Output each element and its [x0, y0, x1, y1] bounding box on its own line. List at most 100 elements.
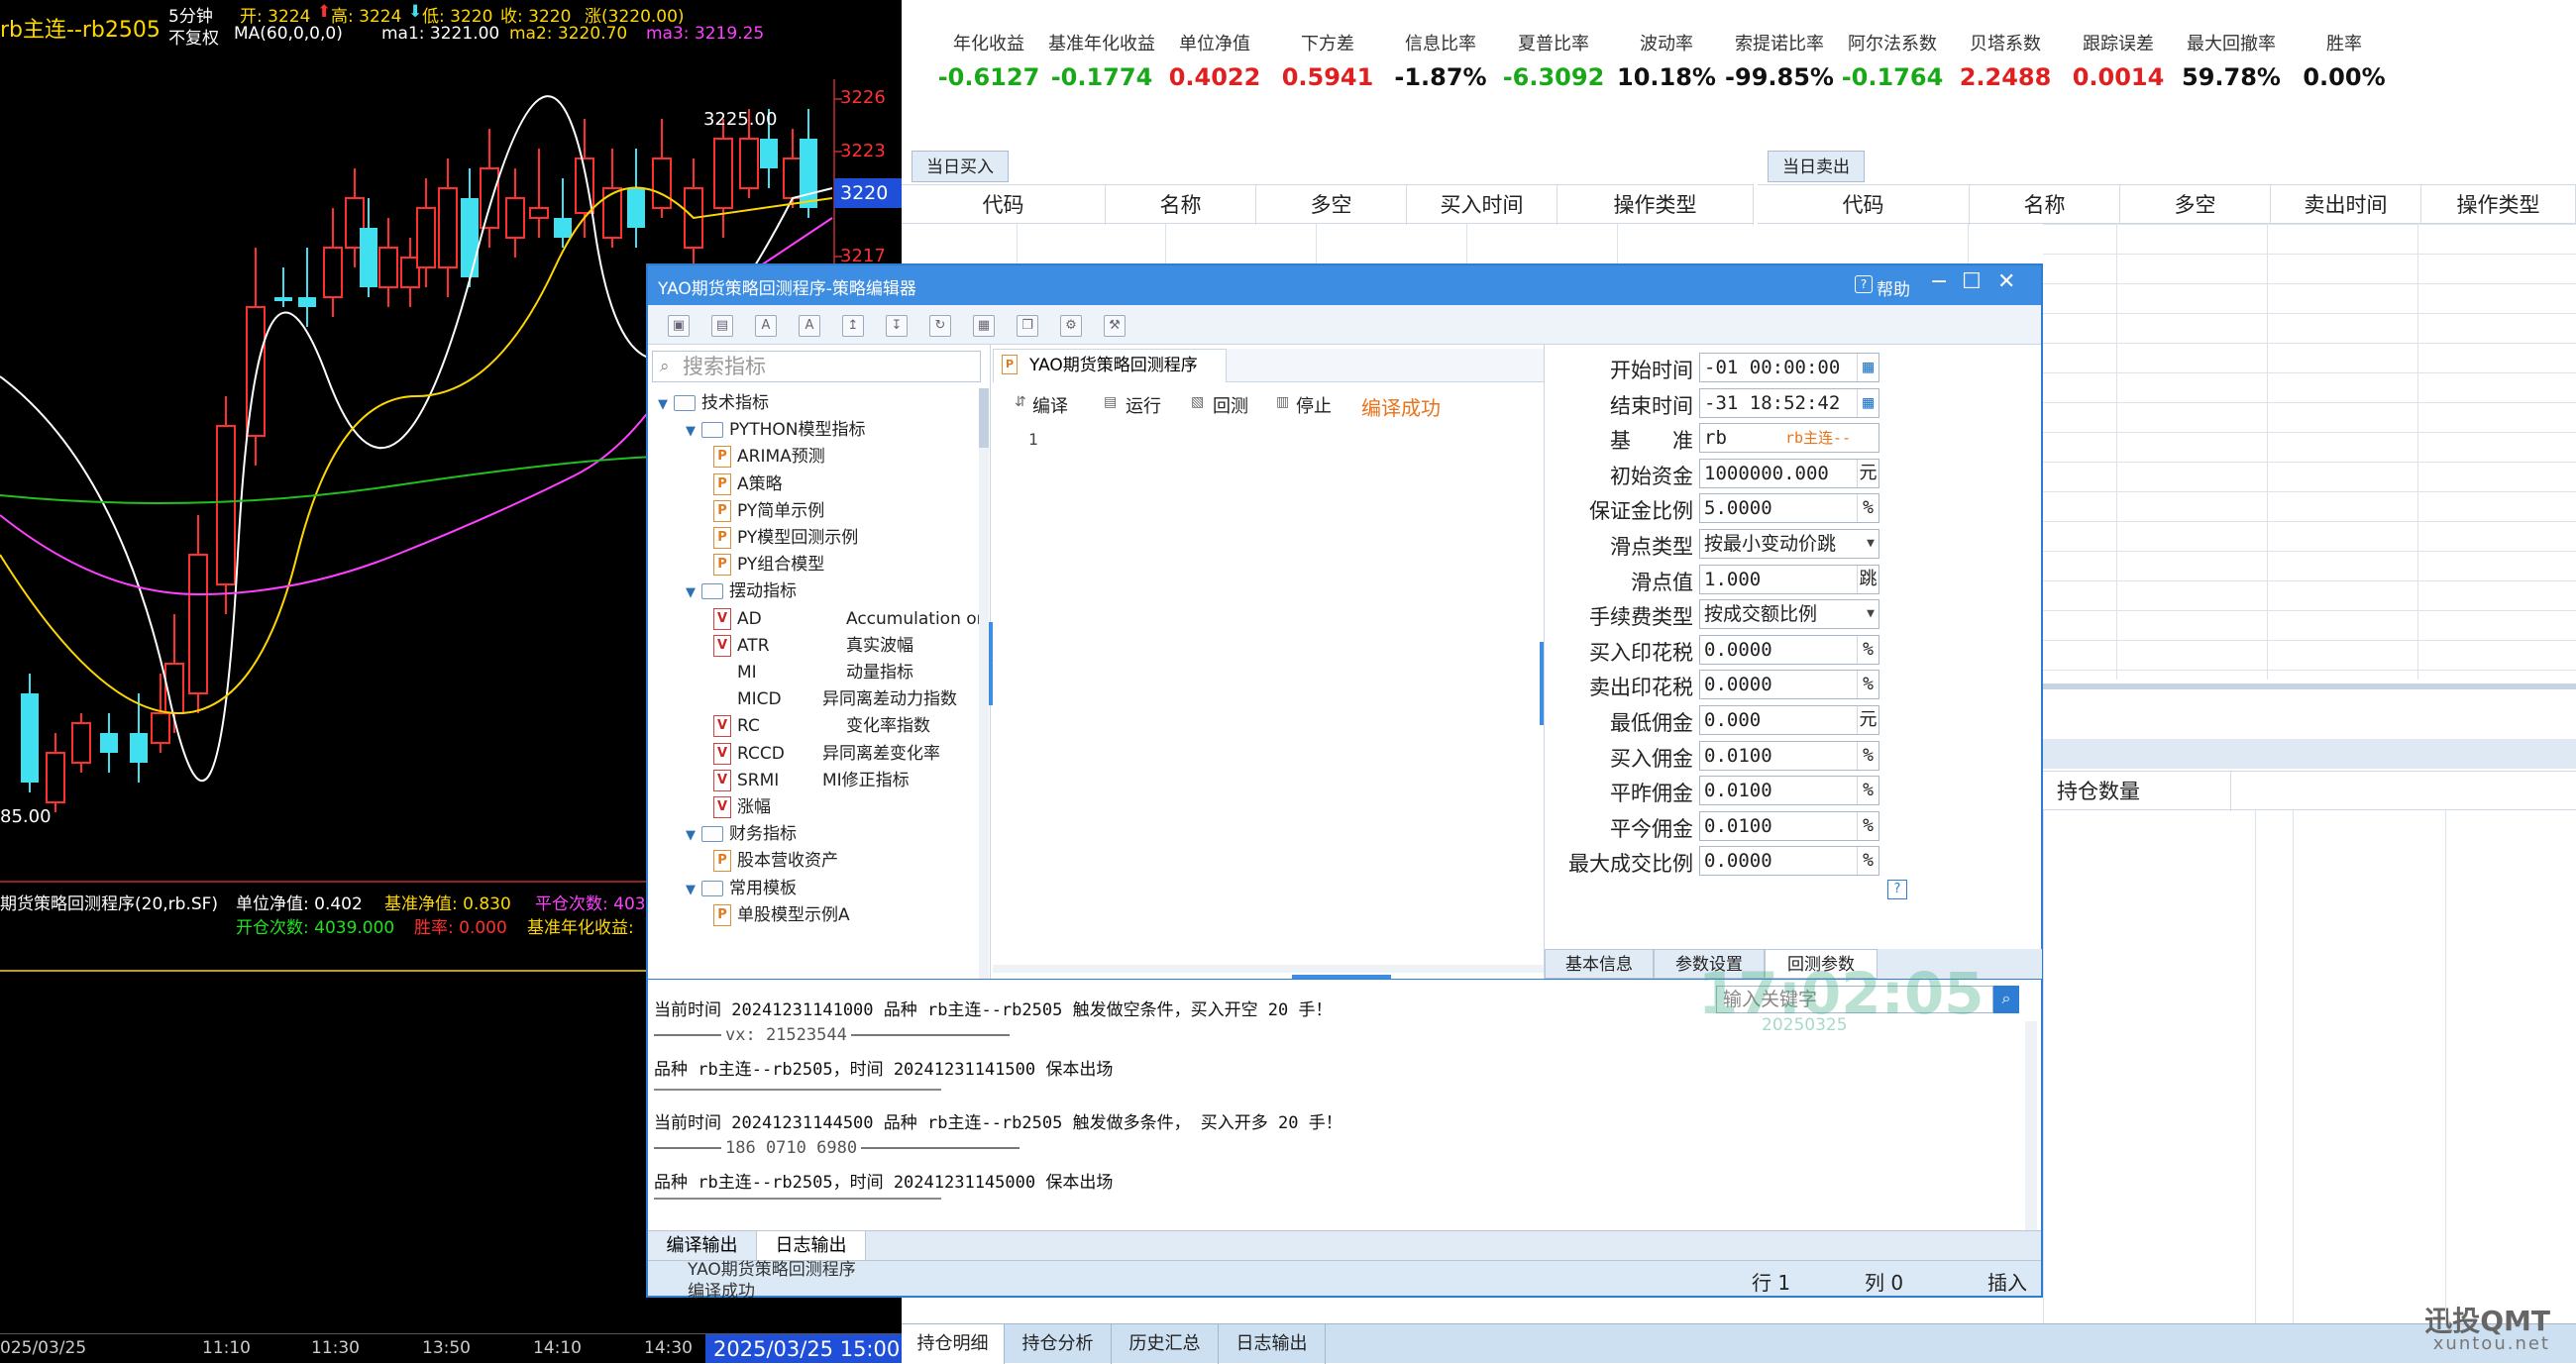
tree-node[interactable]: V ATR 真实波幅: [713, 633, 913, 659]
candle-down[interactable]: [554, 218, 572, 238]
tree-node[interactable]: MI 动量指标: [713, 660, 913, 685]
column-header[interactable]: 名称: [1106, 185, 1256, 225]
run-icon[interactable]: ▤: [1104, 394, 1117, 410]
param-input[interactable]: 1.000 跳: [1699, 564, 1879, 594]
tree-node[interactable]: ▼ 技术指标: [658, 390, 771, 416]
candle-up[interactable]: [378, 247, 398, 288]
maximize-icon[interactable]: ☐: [1962, 269, 1982, 294]
column-header[interactable]: 买入时间: [1407, 185, 1557, 225]
column-position-qty[interactable]: 持仓数量: [2043, 772, 2231, 811]
column-header[interactable]: 操作类型: [2421, 185, 2576, 225]
chevron-down-icon[interactable]: ▼: [1867, 530, 1875, 558]
param-input[interactable]: 0.000 元: [1699, 705, 1879, 735]
candle-up[interactable]: [438, 187, 458, 268]
candle-up[interactable]: [602, 187, 622, 239]
column-header[interactable]: 代码: [1758, 185, 1970, 225]
font-decrease-icon[interactable]: A: [755, 315, 777, 337]
stop-button[interactable]: 停止: [1296, 392, 1332, 418]
candle-up[interactable]: [739, 138, 759, 189]
save-all-icon[interactable]: ▤: [711, 315, 733, 337]
export-icon[interactable]: ↧: [886, 315, 908, 337]
tree-node[interactable]: ▼ 摆动指标: [686, 578, 799, 604]
calendar-icon[interactable]: ▦: [1857, 354, 1878, 381]
compile-icon[interactable]: ⇵: [1015, 394, 1026, 410]
tab-history-summary[interactable]: 历史汇总: [1112, 1324, 1219, 1364]
expand-arrow-icon[interactable]: ▼: [686, 878, 701, 903]
candle-up[interactable]: [505, 197, 525, 239]
editor-titlebar[interactable]: YAO期货策略回测程序-策略编辑器 ? 帮助 − ☐ ✕: [648, 265, 2041, 305]
tree-node[interactable]: V 涨幅: [713, 794, 806, 820]
save-icon[interactable]: ▣: [668, 315, 690, 337]
compile-button[interactable]: 编译: [1032, 392, 1068, 418]
code-area-scrollbar[interactable]: [993, 965, 1544, 973]
tree-node[interactable]: V RC 变化率指数: [713, 713, 930, 739]
tab-log-output[interactable]: 日志输出: [1219, 1324, 1326, 1364]
minimize-icon[interactable]: −: [1930, 269, 1948, 294]
help-question-icon[interactable]: ?: [1887, 880, 1907, 899]
help-icon[interactable]: ?: [1855, 275, 1873, 293]
tree-node[interactable]: P PY模型回测示例: [713, 525, 858, 551]
candle-down[interactable]: [627, 188, 645, 228]
tree-node[interactable]: P 单股模型示例A: [713, 902, 850, 928]
candle-up[interactable]: [652, 157, 672, 209]
candle-up[interactable]: [71, 722, 91, 764]
candle-down[interactable]: [760, 139, 778, 168]
tree-node[interactable]: P PY组合模型: [713, 552, 824, 577]
import-icon[interactable]: ↥: [842, 315, 864, 337]
param-input[interactable]: 5.0000%: [1699, 493, 1879, 524]
copy-icon[interactable]: ❐: [1017, 315, 1038, 337]
candle-down[interactable]: [274, 297, 292, 301]
param-input[interactable]: 0.0000%: [1699, 634, 1879, 665]
candle-down[interactable]: [461, 198, 479, 277]
settings-icon[interactable]: ⚙: [1060, 315, 1082, 337]
chevron-down-icon[interactable]: ▼: [1867, 600, 1875, 628]
param-input[interactable]: 0.0100%: [1699, 810, 1879, 841]
column-header[interactable]: 多空: [2120, 185, 2271, 225]
tree-node[interactable]: V AD Accumulation or: [713, 606, 984, 632]
candle-down[interactable]: [360, 228, 377, 287]
tab-position-detail[interactable]: 持仓明细: [902, 1324, 1005, 1364]
candle-down[interactable]: [130, 733, 148, 763]
param-input[interactable]: rbrb主连--rb25: [1699, 423, 1879, 474]
candle-down[interactable]: [21, 693, 39, 783]
font-increase-icon[interactable]: A: [799, 315, 820, 337]
code-editor-pane[interactable]: P YAO期货策略回测程序 ✕ ⇵ 编译 ▤ 运行 ▧ 回测 ▥ 停止 编译成功…: [993, 345, 2041, 979]
candle-up[interactable]: [216, 425, 236, 585]
column-header[interactable]: 多空: [1256, 185, 1407, 225]
param-input[interactable]: 0.0000%: [1699, 846, 1879, 877]
param-input[interactable]: 0.0100%: [1699, 776, 1879, 806]
param-input[interactable]: 按成交额比例 ▼: [1699, 599, 1879, 630]
tree-node[interactable]: ▼ 常用模板: [686, 876, 799, 901]
tab-today-buy[interactable]: 当日买入: [912, 151, 1009, 182]
column-header[interactable]: 代码: [902, 185, 1106, 225]
backtest-icon[interactable]: ▧: [1191, 394, 1204, 410]
tree-scrollbar[interactable]: [979, 388, 989, 1010]
candle-down[interactable]: [800, 139, 817, 208]
stop-icon[interactable]: ▥: [1276, 394, 1289, 410]
tree-node[interactable]: V SRMI MI修正指标: [713, 768, 910, 793]
param-input[interactable]: -31 18:52:42 ▦: [1699, 387, 1879, 418]
calendar-icon[interactable]: ▦: [1857, 388, 1878, 417]
candle-up[interactable]: [480, 167, 499, 229]
tree-node[interactable]: P A策略: [713, 472, 806, 497]
param-input[interactable]: -01 00:00:00 ▦: [1699, 353, 1879, 382]
tab-today-sell[interactable]: 当日卖出: [1768, 151, 1865, 182]
expand-arrow-icon[interactable]: ▼: [658, 392, 674, 418]
tree-node[interactable]: ▼ PYTHON模型指标: [686, 417, 866, 443]
run-button[interactable]: 运行: [1126, 392, 1161, 418]
keyword-search-button[interactable]: ⌕: [1993, 986, 2019, 1013]
tree-node[interactable]: V RCCD 异同离差变化率: [713, 741, 940, 767]
param-input[interactable]: 0.0100%: [1699, 740, 1879, 771]
log-output-pane[interactable]: 输入关键字 ⌕ 17:02:05 20250325 当前时间 202412311…: [648, 960, 2041, 1231]
param-input[interactable]: 1000000.000 元: [1699, 458, 1879, 488]
tree-node[interactable]: MICD 异同离差动力指数: [713, 686, 957, 712]
param-input[interactable]: 0.0000%: [1699, 670, 1879, 700]
restore-label[interactable]: 不复权: [168, 24, 219, 49]
refresh-icon[interactable]: ↻: [929, 315, 951, 337]
candle-up[interactable]: [416, 207, 436, 268]
tree-node[interactable]: P ARIMA预测: [713, 444, 825, 470]
tools-icon[interactable]: ⚒: [1104, 315, 1126, 337]
tree-node[interactable]: P PY简单示例: [713, 498, 824, 524]
code-file-tab[interactable]: P YAO期货策略回测程序: [993, 349, 1227, 382]
param-input[interactable]: 按最小变动价跳 ▼: [1699, 529, 1879, 559]
